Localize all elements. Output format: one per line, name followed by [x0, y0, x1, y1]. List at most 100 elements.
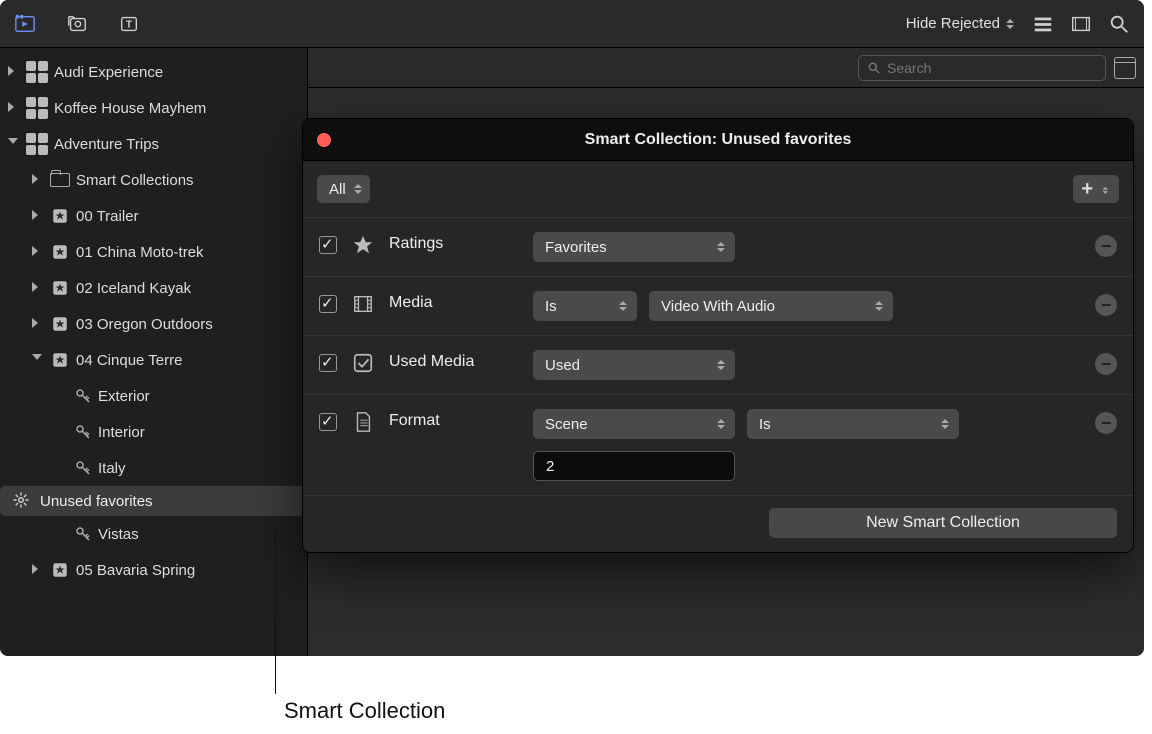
match-type-value: All	[329, 181, 346, 198]
search-icon	[867, 61, 881, 75]
photos-tab-icon[interactable]	[66, 13, 88, 35]
list-view-icon[interactable]	[1032, 13, 1054, 35]
keyword-icon	[74, 423, 92, 441]
keyword-name: Vistas	[98, 526, 139, 543]
svg-text:T: T	[126, 19, 133, 30]
event-row[interactable]: 04 Cinque Terre	[0, 342, 307, 378]
disclosure-triangle-icon[interactable]	[32, 210, 44, 222]
disclosure-triangle-icon[interactable]	[32, 246, 44, 258]
criterion-row-ratings: Ratings Favorites −	[303, 217, 1133, 276]
event-icon	[50, 278, 70, 298]
clip-filter-dropdown[interactable]: Hide Rejected	[906, 15, 1016, 32]
close-button[interactable]	[317, 133, 331, 147]
event-icon	[50, 350, 70, 370]
library-name: Adventure Trips	[54, 136, 159, 153]
search-placeholder: Search	[887, 60, 931, 76]
sidebar: Audi Experience Koffee House Mayhem Adve…	[0, 48, 308, 656]
event-row[interactable]: 02 Iceland Kayak	[0, 270, 307, 306]
disclosure-triangle-icon[interactable]	[8, 138, 20, 150]
used-media-value-select[interactable]: Used	[533, 350, 735, 380]
remove-criterion-button[interactable]: −	[1095, 235, 1117, 257]
criteria-list: Ratings Favorites − Media Is Video With …	[303, 217, 1133, 495]
criterion-label: Media	[389, 291, 519, 312]
disclosure-triangle-icon[interactable]	[32, 564, 44, 576]
add-criterion-button[interactable]: +	[1073, 175, 1119, 203]
disclosure-triangle-icon[interactable]	[32, 282, 44, 294]
smart-collections-folder[interactable]: Smart Collections	[0, 162, 307, 198]
event-icon	[50, 206, 70, 226]
library-name: Audi Experience	[54, 64, 163, 81]
criterion-label: Used Media	[389, 350, 519, 371]
search-icon[interactable]	[1108, 13, 1130, 35]
criterion-checkbox[interactable]	[319, 295, 337, 313]
event-row[interactable]: 03 Oregon Outdoors	[0, 306, 307, 342]
event-row[interactable]: 00 Trailer	[0, 198, 307, 234]
dropdown-arrows-icon	[354, 184, 364, 194]
dropdown-arrows-icon	[1006, 19, 1016, 29]
remove-criterion-button[interactable]: −	[1095, 412, 1117, 434]
media-value-select[interactable]: Video With Audio	[649, 291, 893, 321]
checkbox-icon	[351, 351, 375, 375]
filmstrip-view-icon[interactable]	[1070, 13, 1092, 35]
format-operator-select[interactable]: Is	[747, 409, 959, 439]
app-window: T Hide Rejected Audi Experience	[0, 0, 1144, 656]
smart-collection-panel: Smart Collection: Unused favorites All +…	[302, 118, 1134, 553]
dropdown-arrows-icon	[619, 301, 629, 311]
dropdown-arrows-icon	[717, 242, 727, 252]
detach-window-icon[interactable]	[1114, 57, 1136, 79]
library-icon	[26, 133, 48, 155]
library-row[interactable]: Koffee House Mayhem	[0, 90, 307, 126]
disclosure-triangle-icon[interactable]	[32, 354, 44, 366]
panel-footer: New Smart Collection	[303, 495, 1133, 540]
dropdown-arrows-icon	[875, 301, 885, 311]
disclosure-triangle-icon[interactable]	[8, 66, 20, 78]
browser-header: Search	[308, 48, 1144, 88]
event-name: 05 Bavaria Spring	[76, 562, 195, 579]
chevron-down-icon	[1103, 187, 1110, 194]
library-row[interactable]: Adventure Trips	[0, 126, 307, 162]
keyword-icon	[74, 387, 92, 405]
ratings-value-select[interactable]: Favorites	[533, 232, 735, 262]
library-row[interactable]: Audi Experience	[0, 54, 307, 90]
event-name: 00 Trailer	[76, 208, 139, 225]
event-name: 01 China Moto-trek	[76, 244, 204, 261]
folder-icon	[50, 173, 70, 187]
film-icon	[351, 292, 375, 316]
dropdown-arrows-icon	[717, 419, 727, 429]
star-icon	[351, 233, 375, 257]
toolbar: T Hide Rejected	[0, 0, 1144, 48]
disclosure-triangle-icon[interactable]	[32, 318, 44, 330]
dropdown-arrows-icon	[717, 360, 727, 370]
keyword-row[interactable]: Interior	[0, 414, 307, 450]
keyword-name: Exterior	[98, 388, 150, 405]
remove-criterion-button[interactable]: −	[1095, 294, 1117, 316]
event-row[interactable]: 01 China Moto-trek	[0, 234, 307, 270]
disclosure-triangle-icon[interactable]	[32, 174, 44, 186]
clips-tab-icon[interactable]	[14, 13, 36, 35]
keyword-row[interactable]: Exterior	[0, 378, 307, 414]
event-row[interactable]: 05 Bavaria Spring	[0, 552, 307, 588]
event-name: 04 Cinque Terre	[76, 352, 182, 369]
criterion-checkbox[interactable]	[319, 354, 337, 372]
match-type-select[interactable]: All	[317, 175, 370, 203]
media-operator-select[interactable]: Is	[533, 291, 637, 321]
titles-tab-icon[interactable]: T	[118, 13, 140, 35]
keyword-row[interactable]: Italy	[0, 450, 307, 486]
annotation-label: Smart Collection	[284, 698, 445, 724]
criterion-row-used-media: Used Media Used −	[303, 335, 1133, 394]
smart-collection-name: Unused favorites	[40, 493, 153, 510]
format-value-input[interactable]: 2	[533, 451, 735, 481]
document-icon	[351, 410, 375, 434]
keyword-name: Italy	[98, 460, 126, 477]
keyword-row[interactable]: Vistas	[0, 516, 307, 552]
remove-criterion-button[interactable]: −	[1095, 353, 1117, 375]
event-name: 03 Oregon Outdoors	[76, 316, 213, 333]
clip-filter-label: Hide Rejected	[906, 15, 1000, 32]
format-property-select[interactable]: Scene	[533, 409, 735, 439]
new-smart-collection-button[interactable]: New Smart Collection	[769, 508, 1117, 538]
criterion-checkbox[interactable]	[319, 413, 337, 431]
criterion-checkbox[interactable]	[319, 236, 337, 254]
disclosure-triangle-icon[interactable]	[8, 102, 20, 114]
smart-collection-row[interactable]: Unused favorites	[0, 486, 307, 516]
browser-search-field[interactable]: Search	[858, 55, 1106, 81]
